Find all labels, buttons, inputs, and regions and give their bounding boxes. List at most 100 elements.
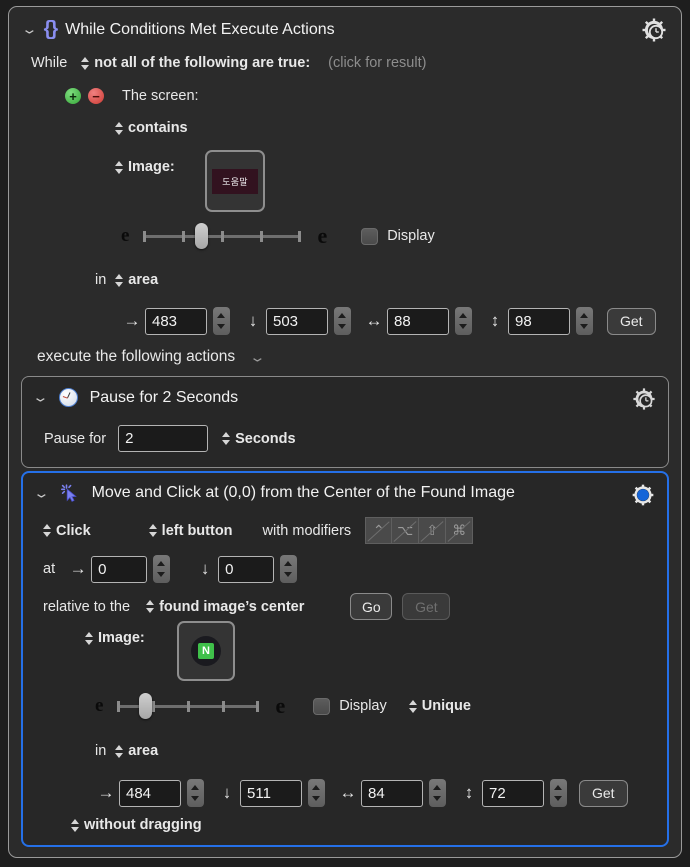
click-area-label: area (128, 743, 159, 759)
click-width-field[interactable]: 84 (361, 779, 423, 807)
click-left-stepper[interactable] (187, 779, 204, 807)
condition-left-field[interactable]: 483 (145, 307, 207, 335)
match-mode-popup[interactable]: not all of the following are true: (81, 55, 310, 71)
condition-height-field[interactable]: 98 (508, 307, 570, 335)
uniqueness-popup[interactable]: Unique (408, 698, 471, 714)
fuzz-min-label: e (95, 695, 104, 716)
condition-fuzziness-row: e e Display (121, 223, 435, 249)
drag-mode-popup[interactable]: without dragging (71, 817, 202, 833)
click-x-offset-stepper[interactable] (153, 555, 171, 583)
click-left-field[interactable]: 484 (119, 779, 181, 807)
modifier-shift-toggle[interactable]: ⇧ (419, 517, 447, 544)
condition-height-stepper[interactable] (576, 307, 593, 335)
mouse-button-label: left button (161, 522, 233, 539)
relative-target-popup[interactable]: found image’s center (146, 599, 304, 615)
gear-clock-icon[interactable] (632, 387, 656, 411)
click-top-field[interactable]: 511 (240, 779, 302, 807)
condition-top-stepper[interactable] (334, 307, 351, 335)
slider-tick (256, 700, 259, 712)
click-fuzziness-slider[interactable] (117, 693, 260, 719)
click-width-stepper[interactable] (429, 779, 446, 807)
slider-tick (182, 230, 185, 242)
slider-knob[interactable] (139, 693, 153, 719)
match-mode-label: not all of the following are true: (94, 55, 311, 71)
click-y-offset-field[interactable]: 0 (218, 555, 275, 583)
condition-get-button[interactable]: Get (607, 307, 656, 335)
modifier-command-toggle[interactable]: ⌘ (446, 517, 474, 544)
pause-duration-field[interactable]: 2 (118, 425, 209, 452)
thumbnail-text: 도움말 (222, 176, 248, 187)
click-image-popup[interactable]: Image: (85, 630, 145, 646)
add-condition-button[interactable]: + (65, 88, 81, 104)
condition-width-stepper[interactable] (455, 307, 472, 335)
click-image-well[interactable]: N (177, 621, 235, 681)
click-area-popup[interactable]: area (115, 743, 158, 759)
condition-operator-popup[interactable]: contains (115, 120, 188, 136)
condition-left-stepper[interactable] (213, 307, 230, 335)
action-header[interactable]: ⌄ {} While Conditions Met Execute Action… (21, 18, 335, 41)
disclosure-triangle-icon[interactable]: ⌄ (21, 23, 38, 36)
click-get-button[interactable]: Get (579, 779, 628, 807)
condition-image-well[interactable]: 도움말 (205, 150, 265, 212)
click-action-header[interactable]: ⌄ Move and Click at (0,0) from the Cente… (33, 483, 515, 503)
popup-arrows-icon (222, 431, 231, 446)
relative-to-label: relative to the (43, 598, 131, 615)
condition-source-row: + − The screen: (65, 88, 199, 104)
execute-actions-row: execute the following actions ⌄ (37, 348, 266, 366)
height-arrow-icon: ↕ (490, 311, 500, 330)
click-relative-row: relative to the found image’s center Go … (43, 593, 451, 620)
click-image-thumbnail: N (191, 636, 221, 666)
at-label: at (43, 561, 56, 577)
popup-arrows-icon (85, 631, 94, 646)
down-arrow-icon: ↓ (222, 783, 232, 802)
popup-arrows-icon (115, 744, 124, 759)
modifier-option-toggle[interactable]: ⌥ (392, 517, 420, 544)
action-title: While Conditions Met Execute Actions (65, 20, 335, 38)
click-y-offset-stepper[interactable] (280, 555, 298, 583)
mouse-button-popup[interactable]: left button (148, 522, 233, 539)
naver-logo-letter: N (198, 643, 214, 659)
modifiers-label: with modifiers (262, 522, 352, 539)
condition-image-popup[interactable]: Image: (115, 159, 175, 175)
popup-arrows-icon (408, 699, 418, 714)
click-image-label: Image: (98, 630, 145, 646)
slider-knob[interactable] (195, 223, 209, 249)
click-options-row: Click left button with modifiers ⌃ ⌥ ⇧ (43, 517, 474, 544)
pause-action-header[interactable]: ⌄ Pause for 2 Seconds (32, 388, 238, 407)
delete-condition-button[interactable]: − (88, 88, 104, 104)
popup-arrows-icon (146, 599, 155, 614)
gear-blue-icon[interactable] (631, 483, 655, 507)
click-mode-label: Click (56, 522, 91, 539)
disclosure-triangle-icon[interactable]: ⌄ (33, 487, 50, 500)
pause-unit-popup[interactable]: Seconds (222, 430, 296, 447)
condition-top-field[interactable]: 503 (266, 307, 328, 335)
chevron-down-icon[interactable]: ⌄ (249, 351, 266, 364)
width-arrow-icon: ↔ (365, 311, 383, 330)
height-arrow-icon: ↕ (464, 783, 474, 802)
condition-area-prefix: in (95, 272, 107, 288)
right-arrow-icon: → (69, 559, 87, 578)
condition-fuzziness-slider[interactable] (143, 223, 302, 249)
condition-width-field[interactable]: 88 (387, 307, 449, 335)
click-get-position-button[interactable]: Get (402, 593, 451, 620)
click-mode-popup[interactable]: Click (43, 523, 91, 539)
click-height-field[interactable]: 72 (482, 779, 544, 807)
fuzz-min-label: e (121, 225, 130, 246)
modifier-control-toggle[interactable]: ⌃ (365, 517, 393, 544)
condition-image-label: Image: (128, 159, 175, 175)
disclosure-triangle-icon[interactable]: ⌄ (32, 391, 49, 404)
click-coordinates-row: → 484 ↓ 511 ↔ 84 ↕ 72 Get (97, 779, 628, 807)
condition-area-popup[interactable]: area (115, 272, 158, 288)
go-button[interactable]: Go (350, 593, 393, 620)
pause-unit-label: Seconds (235, 430, 296, 447)
move-and-click-action-card: ⌄ Move and Click at (0,0) from the Cente… (21, 471, 669, 847)
click-display-checkbox[interactable] (313, 697, 331, 715)
popup-arrows-icon (43, 523, 52, 538)
gear-clock-icon[interactable] (641, 17, 667, 43)
condition-display-checkbox[interactable] (361, 227, 379, 245)
click-for-result-link[interactable]: (click for result) (328, 55, 426, 71)
click-x-offset-field[interactable]: 0 (91, 555, 148, 583)
click-top-stepper[interactable] (308, 779, 325, 807)
click-height-stepper[interactable] (550, 779, 567, 807)
popup-arrows-icon (71, 818, 80, 833)
